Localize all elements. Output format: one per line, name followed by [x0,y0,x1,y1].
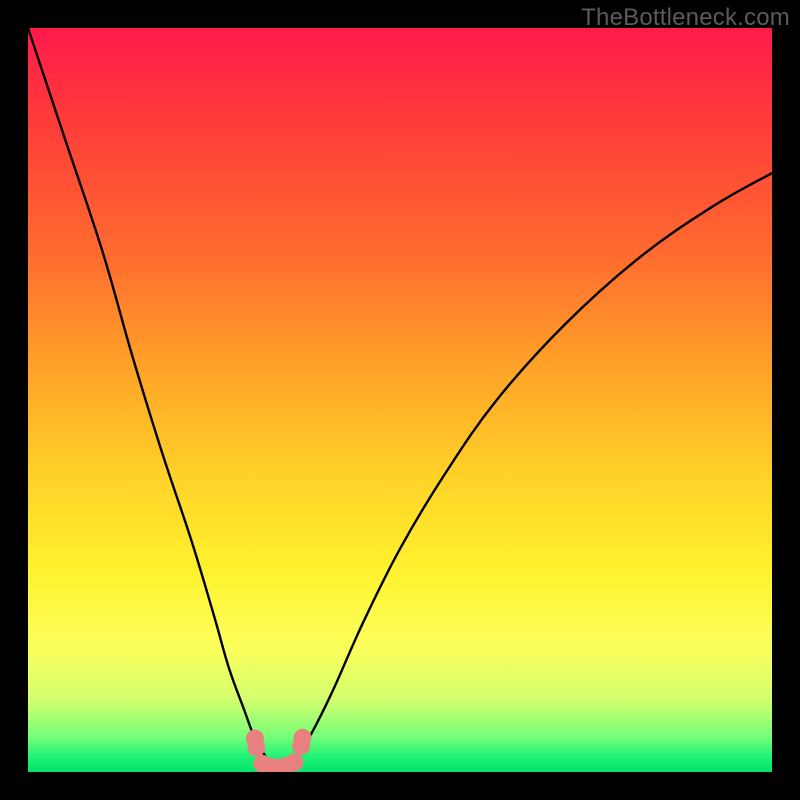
bottleneck-curve [28,28,772,768]
plot-svg [28,28,772,772]
curve-marker [247,738,265,756]
curve-marker [285,753,303,771]
plot-area [28,28,772,772]
chart-frame: TheBottleneck.com [0,0,800,800]
curve-marker [294,729,312,747]
watermark-text: TheBottleneck.com [581,4,790,32]
